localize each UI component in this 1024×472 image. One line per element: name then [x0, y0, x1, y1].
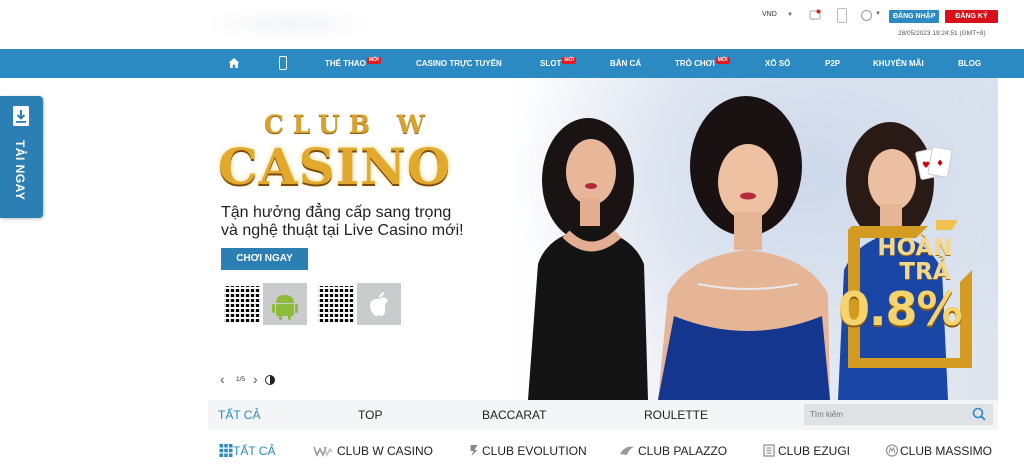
svg-text:♥: ♥ [922, 161, 930, 171]
search-icon[interactable] [972, 407, 986, 421]
provider-club-palazzo[interactable]: CLUB PALAZZO [638, 444, 727, 458]
currency-selector[interactable]: VND [762, 11, 777, 18]
casino-logo-text: CASINO [218, 137, 452, 196]
svg-text:♦: ♦ [936, 159, 944, 169]
language-icon[interactable] [861, 10, 872, 21]
chevron-left-icon[interactable]: ‹ [220, 372, 225, 386]
cashback-title: HOÀN TRẢ [869, 236, 961, 284]
nav-item-games[interactable]: TRÒ CHƠI MỚI [675, 49, 730, 78]
chevron-right-icon[interactable]: › [253, 372, 258, 386]
new-badge: MỚI [715, 57, 730, 64]
provider-all[interactable]: TẤT CẢ [233, 444, 275, 458]
register-button[interactable]: ĐĂNG KÝ [945, 10, 998, 23]
palazzo-icon [620, 446, 634, 455]
nav-label: CASINO TRỰC TUYẾN [416, 59, 502, 68]
massimo-icon [885, 444, 899, 457]
android-icon [272, 295, 298, 320]
nav-label: XỔ SỐ [765, 59, 791, 68]
tab-top[interactable]: TOP [358, 400, 382, 430]
club-w-logo-text: CLUB W [264, 110, 434, 139]
nav-label: P2P [825, 59, 841, 68]
nav-item-blog[interactable]: BLOG [958, 49, 981, 78]
site-logo[interactable] [210, 6, 370, 42]
play-now-button[interactable]: CHƠI NGAY [221, 248, 308, 270]
nav-label: TRÒ CHƠI [675, 59, 715, 68]
provider-club-massimo[interactable]: CLUB MASSIMO [900, 444, 992, 458]
slide-counter: 1/5 [236, 376, 246, 383]
mobile-app-icon[interactable] [279, 56, 287, 70]
download-label: TẢI NGAY [13, 140, 27, 201]
nav-item-lottery[interactable]: XỔ SỐ [765, 49, 790, 78]
nav-label: BLOG [958, 59, 982, 68]
nav-label: KHUYẾN MÃI [873, 59, 924, 68]
slideshow-toggle-icon[interactable] [265, 375, 275, 385]
provider-club-ezugi[interactable]: CLUB EZUGI [778, 444, 850, 458]
home-icon[interactable] [228, 57, 240, 69]
qr-pattern [224, 286, 260, 322]
android-qr-code [224, 286, 260, 322]
ezugi-icon [763, 444, 775, 457]
new-badge: MỚI [366, 57, 381, 64]
nav-label: BẮN CÁ [610, 59, 642, 68]
top-header: VND ▼ ▼ ĐĂNG NHẬP ĐĂNG KÝ 28/05/2023 19:… [0, 0, 1024, 49]
evolution-icon [470, 445, 478, 456]
provider-club-evolution[interactable]: CLUB EVOLUTION [482, 444, 587, 458]
banner-tagline-line2: và nghệ thuật tại Live Casino mới! [221, 222, 464, 239]
android-download-button[interactable] [263, 283, 307, 325]
nav-label: SLOT [540, 59, 562, 68]
cashback-word-1: HOÀN [877, 235, 953, 261]
tab-roulette[interactable]: ROULETTE [644, 400, 708, 430]
mobile-icon[interactable] [837, 8, 847, 23]
nav-item-fishing[interactable]: BẮN CÁ [610, 49, 641, 78]
nav-item-promotions[interactable]: KHUYẾN MÃI [873, 49, 924, 78]
nav-item-slot[interactable]: SLOT MỚI [540, 49, 577, 78]
nav-item-live-casino[interactable]: CASINO TRỰC TUYẾN [416, 49, 502, 78]
chevron-down-icon: ▼ [787, 12, 793, 18]
new-badge: MỚI [562, 57, 577, 64]
grid-icon [219, 444, 233, 457]
tab-baccarat[interactable]: BACCARAT [482, 400, 546, 430]
chevron-down-icon: ▼ [875, 11, 881, 17]
nav-item-sports[interactable]: THỂ THAO MỚI [325, 49, 381, 78]
tab-all[interactable]: TẤT CẢ [218, 400, 260, 430]
ios-qr-code [318, 286, 354, 322]
current-datetime: 28/05/2023 19:24:51 (GMT+8) [898, 30, 986, 37]
cashback-percent: 0.8% [838, 282, 963, 336]
nav-label: THỂ THAO [325, 59, 366, 68]
search-input[interactable] [804, 404, 993, 425]
download-icon [13, 106, 29, 126]
ios-download-button[interactable] [357, 283, 401, 325]
chat-icon[interactable] [808, 8, 822, 22]
cashback-word-2: TRẢ [899, 259, 951, 285]
banner-tagline-line1: Tận hưởng đẳng cấp sang trọng [221, 204, 452, 221]
apple-icon [370, 292, 388, 316]
login-button[interactable]: ĐĂNG NHẬP [889, 10, 940, 23]
provider-club-w-casino[interactable]: CLUB W CASINO [337, 444, 433, 458]
main-nav: THỂ THAO MỚI CASINO TRỰC TUYẾN SLOT MỚI BẮ… [0, 49, 1024, 78]
nav-item-p2p[interactable]: P2P [825, 49, 840, 78]
qr-pattern [318, 286, 354, 322]
page: VND ▼ ▼ ĐĂNG NHẬP ĐĂNG KÝ 28/05/2023 19:… [0, 0, 1024, 472]
club-w-icon [313, 446, 333, 457]
